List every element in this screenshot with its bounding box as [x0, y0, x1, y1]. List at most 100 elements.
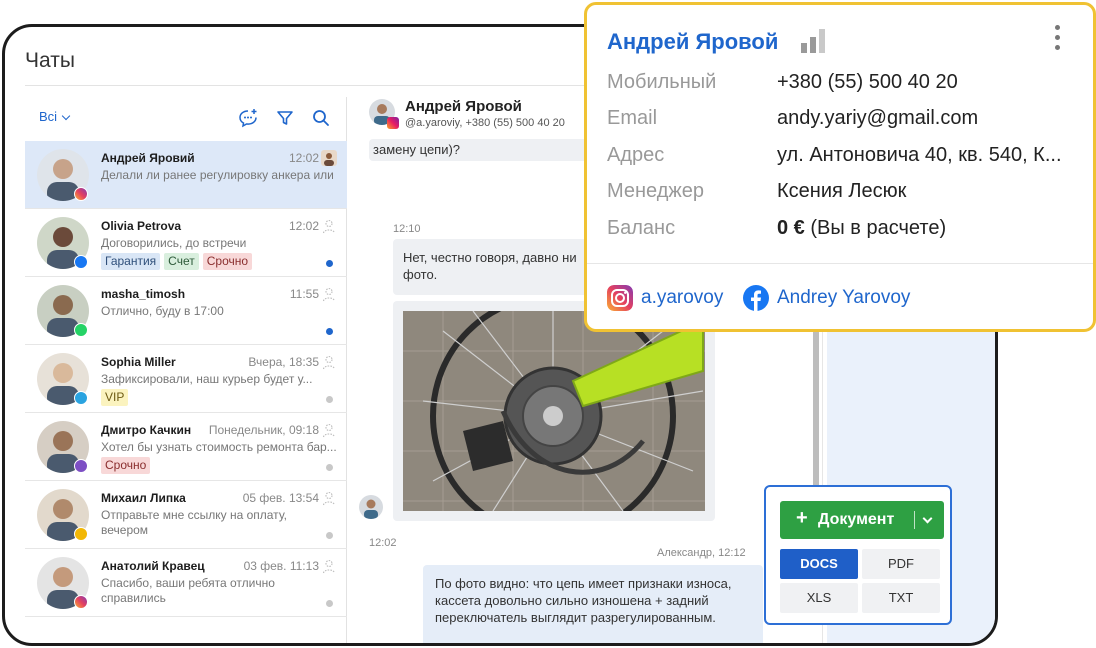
- facebook-icon: [743, 285, 769, 311]
- chat-tags: Гарантия Счет Срочно: [101, 253, 253, 270]
- chat-time: 11:55: [289, 287, 319, 301]
- message-photo[interactable]: [393, 301, 715, 521]
- bicycle-photo-image: [403, 311, 705, 511]
- read-indicator: [326, 396, 333, 403]
- chat-contact-name: Андрей Яровий: [101, 151, 195, 165]
- chat-sidebar: Всі Андрей Яровий 12:02 Делали ли ранее ре…: [25, 97, 347, 643]
- contact-subtitle: @a.yaroviy, +380 (55) 500 40 20: [405, 117, 565, 129]
- chat-time: Понедельник, 09:18: [208, 423, 319, 437]
- more-options-icon[interactable]: [1055, 25, 1061, 55]
- chevron-down-icon[interactable]: [922, 513, 933, 524]
- signal-strength-icon: [801, 29, 825, 53]
- format-docs-button[interactable]: DOCS: [780, 549, 858, 579]
- field-label-manager: Менеджер: [607, 180, 705, 202]
- message-author-time: Александр, 12:12: [657, 547, 746, 559]
- new-chat-icon[interactable]: [238, 108, 258, 128]
- contact-card-name[interactable]: Андрей Яровой: [607, 29, 778, 55]
- social-link-instagram[interactable]: a.yarovoy: [607, 285, 737, 311]
- contact-card: Андрей Яровой Мобильный +380 (55) 500 40…: [584, 2, 1096, 332]
- unassigned-user-icon[interactable]: [321, 218, 337, 234]
- plus-icon: +: [796, 507, 808, 529]
- other-icon: [74, 527, 88, 541]
- chat-preview: Отправьте мне ссылку на оплату, вечером: [101, 508, 287, 537]
- unassigned-user-icon[interactable]: [321, 422, 337, 438]
- chat-tags: VIP: [101, 389, 129, 406]
- page-title: Чаты: [25, 49, 75, 72]
- instagram-icon: [74, 187, 88, 201]
- read-indicator: [326, 532, 333, 539]
- chat-list-item[interactable]: Дмитро Качкин Понедельник, 09:18 Хотел бы …: [25, 413, 347, 481]
- telegram-icon: [74, 391, 88, 405]
- contact-name: Андрей Яровой: [405, 98, 522, 115]
- chat-list-item[interactable]: masha_timosh 11:55 Отлично, буду в 17:00: [25, 277, 347, 345]
- tag-badge: Срочно: [202, 253, 253, 270]
- field-label-balance: Баланс: [607, 217, 676, 239]
- assigned-agent-avatar[interactable]: [321, 150, 337, 166]
- field-value-mobile[interactable]: +380 (55) 500 40 20: [777, 71, 958, 94]
- filter-icon[interactable]: [275, 108, 295, 128]
- unassigned-user-icon[interactable]: [321, 558, 337, 574]
- chat-contact-name: masha_timosh: [101, 287, 186, 301]
- field-label-email: Email: [607, 107, 658, 129]
- tag-badge: Счет: [164, 253, 199, 270]
- unread-indicator: [326, 260, 333, 267]
- chevron-down-icon: [61, 111, 71, 121]
- chat-preview: Отлично, буду в 17:00: [101, 304, 224, 318]
- message-bubble: Нет, честно говоря, давно ни фото.: [393, 239, 593, 295]
- field-label-address: Адрес: [607, 144, 665, 166]
- unassigned-user-icon[interactable]: [321, 354, 337, 370]
- chat-filter-select[interactable]: Всі: [39, 109, 71, 124]
- field-label-mobile: Мобильный: [607, 71, 717, 93]
- divider: [25, 85, 605, 86]
- format-pdf-button[interactable]: PDF: [862, 549, 940, 579]
- chat-time: 12:02: [288, 219, 319, 233]
- read-indicator: [326, 600, 333, 607]
- chat-contact-name: Анатолий Кравец: [101, 559, 205, 573]
- chat-list-item[interactable]: Михаил Липка 05 фев. 13:54 Отправьте мне с…: [25, 481, 347, 549]
- format-txt-button[interactable]: TXT: [862, 583, 940, 613]
- message-time: 12:10: [393, 223, 421, 235]
- chat-list-item[interactable]: Sophia Miller Вчера, 18:35 Зафиксировали, …: [25, 345, 347, 413]
- sidebar-toolbar: Всі: [25, 97, 347, 139]
- add-document-button[interactable]: + Документ: [780, 501, 944, 539]
- chat-list-item[interactable]: Olivia Petrova 12:02 Договорились, до встр…: [25, 209, 347, 277]
- format-xls-button[interactable]: XLS: [780, 583, 858, 613]
- chat-contact-name: Sophia Miller: [101, 355, 176, 369]
- chat-preview: Договорились, до встречи: [101, 236, 247, 250]
- facebook-icon: [74, 255, 88, 269]
- chat-time: Вчера, 18:35: [248, 355, 319, 369]
- unassigned-user-icon[interactable]: [321, 286, 337, 302]
- chat-list-item[interactable]: Андрей Яровий 12:02 Делали ли ранее регули…: [25, 141, 347, 209]
- search-icon[interactable]: [311, 108, 331, 128]
- chat-list-item[interactable]: Анатолий Кравец 03 фев. 11:13 Спасибо, ваш…: [25, 549, 347, 617]
- field-value-balance: 0 € (Вы в расчете): [777, 217, 947, 239]
- whatsapp-icon: [74, 323, 88, 337]
- message-bubble: замену цепи)?: [369, 139, 589, 161]
- chat-time: 12:02: [288, 151, 319, 165]
- read-indicator: [326, 464, 333, 471]
- chat-time: 03 фев. 11:13: [243, 559, 319, 573]
- chat-preview: Делали ли ранее регулировку анкера или: [101, 168, 334, 182]
- document-widget: + Документ DOCS PDF XLS TXT: [764, 485, 952, 625]
- message-time: 12:02: [369, 537, 397, 549]
- chat-time: 05 фев. 13:54: [242, 491, 319, 505]
- tag-badge: Гарантия: [101, 253, 161, 270]
- social-link-facebook[interactable]: Andrey Yarovoy: [743, 285, 933, 311]
- instagram-icon: [607, 285, 633, 311]
- message-bubble: По фото видно: что цепь имеет признаки и…: [423, 565, 763, 643]
- chat-contact-name: Дмитро Качкин: [101, 423, 192, 437]
- unassigned-user-icon[interactable]: [321, 490, 337, 506]
- chat-preview: Зафиксировали, наш курьер будет у...: [101, 372, 313, 386]
- divider: [587, 263, 1093, 264]
- field-value-email[interactable]: andy.yariy@gmail.com: [777, 107, 978, 130]
- chat-contact-name: Olivia Petrova: [101, 219, 182, 233]
- field-value-manager: Ксения Лесюк: [777, 180, 907, 202]
- chat-tags: Срочно: [101, 457, 151, 474]
- tag-badge: Срочно: [101, 457, 151, 474]
- scrollbar[interactable]: [813, 327, 819, 497]
- avatar: [359, 495, 383, 519]
- chat-list: Андрей Яровий 12:02 Делали ли ранее регули…: [25, 141, 347, 617]
- divider: [914, 511, 915, 529]
- viber-icon: [74, 459, 88, 473]
- field-value-address: ул. Антоновича 40, кв. 540, К...: [777, 144, 1062, 166]
